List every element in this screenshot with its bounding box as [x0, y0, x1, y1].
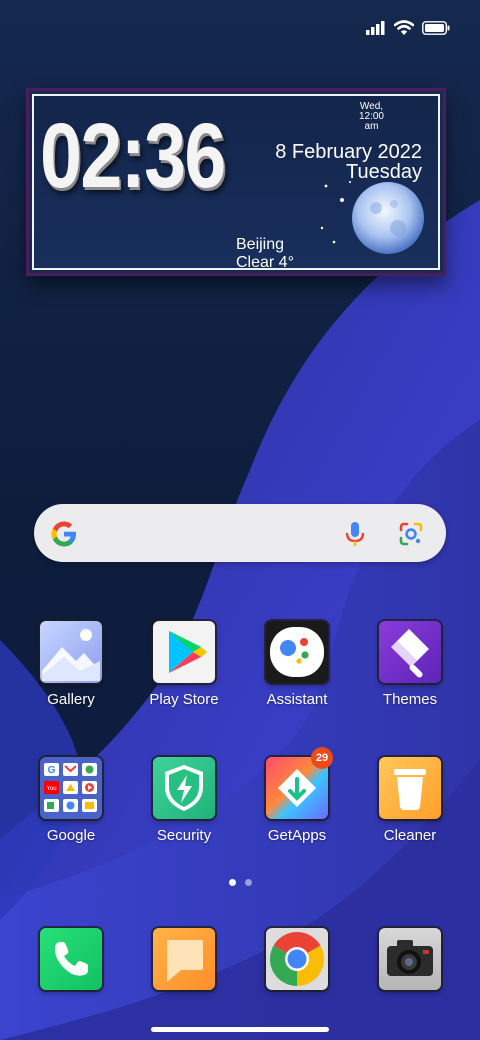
app-themes[interactable]: Themes: [360, 621, 460, 709]
status-bar: [366, 14, 450, 42]
app-getapps[interactable]: 29 GetApps: [247, 747, 347, 845]
clock-date: 8 February 2022: [275, 141, 422, 163]
themes-icon: [379, 621, 441, 683]
app-label: Themes: [382, 691, 438, 708]
app-label: GetApps: [267, 827, 327, 844]
app-assistant[interactable]: Assistant: [247, 621, 347, 709]
clock-widget[interactable]: 02:36 Wed, 12:00 am 8 February 2022 Tues…: [26, 88, 446, 276]
dock-chrome[interactable]: [247, 928, 347, 990]
page-dot[interactable]: [245, 879, 252, 886]
clock-time: 02:36: [40, 105, 226, 207]
app-label: Assistant: [266, 691, 328, 708]
home-indicator[interactable]: [151, 1027, 329, 1032]
messages-icon: [153, 928, 215, 990]
svg-text:You: You: [46, 786, 56, 792]
gallery-icon: [40, 621, 102, 683]
mic-icon[interactable]: [344, 521, 366, 552]
clock-widget-frame: 02:36 Wed, 12:00 am 8 February 2022 Tues…: [32, 94, 440, 270]
app-cleaner[interactable]: Cleaner: [360, 757, 460, 845]
google-search-bar[interactable]: [34, 504, 446, 562]
google-folder-icon: G You: [40, 757, 102, 819]
page-indicator[interactable]: [229, 879, 252, 886]
weather-city: Beijing: [236, 236, 285, 253]
battery-icon: [422, 21, 450, 35]
app-label: Cleaner: [383, 827, 437, 844]
phone-icon: [40, 928, 102, 990]
lens-icon[interactable]: [398, 521, 424, 552]
wifi-icon: [394, 20, 414, 36]
app-google-folder[interactable]: G You Google: [21, 757, 121, 845]
signal-icon: [366, 21, 386, 35]
alarm-next: Wed, 12:00 am: [359, 102, 384, 132]
play-store-icon: [153, 621, 215, 683]
app-gallery[interactable]: Gallery: [21, 621, 121, 709]
app-security[interactable]: Security: [134, 757, 234, 845]
notification-badge: 29: [311, 747, 333, 769]
weather-condition: Clear 4°: [236, 254, 294, 270]
assistant-icon: [266, 621, 328, 683]
camera-icon: [379, 928, 441, 990]
chrome-icon: [266, 928, 328, 990]
page-dot-active[interactable]: [229, 879, 236, 886]
moon-icon: [320, 181, 424, 254]
security-icon: [153, 757, 215, 819]
dock-camera[interactable]: [360, 928, 460, 990]
alarm-ampm: am: [364, 121, 379, 132]
app-label: Security: [156, 827, 212, 844]
app-play-store[interactable]: Play Store: [134, 621, 234, 709]
dock-phone[interactable]: [21, 928, 121, 990]
app-label: Gallery: [47, 691, 95, 708]
app-label: Play Store: [149, 691, 219, 708]
cleaner-icon: [379, 757, 441, 819]
svg-text:G: G: [48, 765, 56, 776]
dock-messages[interactable]: [134, 928, 234, 990]
google-g-icon: [50, 520, 78, 553]
app-label: Google: [46, 827, 96, 844]
